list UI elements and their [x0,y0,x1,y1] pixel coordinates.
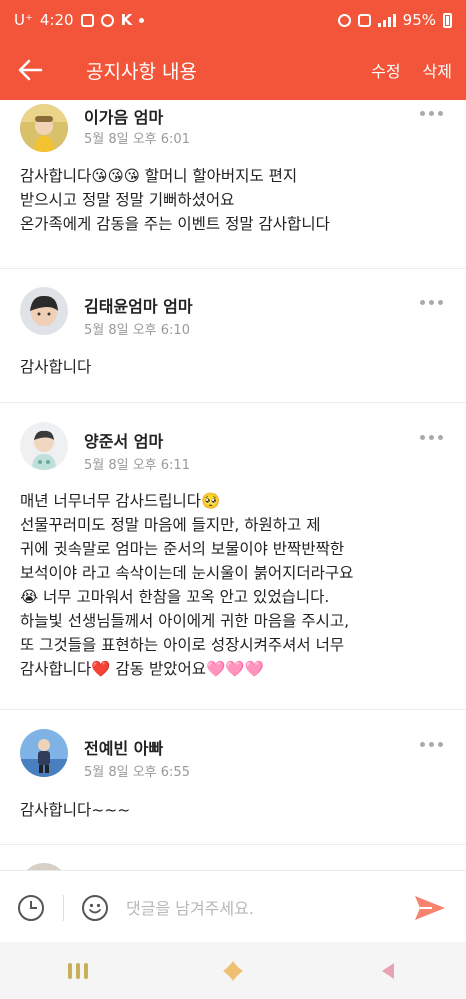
comment-more-button[interactable] [420,108,444,118]
back-triangle-icon [382,962,395,979]
edit-button[interactable]: 수정 [371,58,400,82]
home-icon [222,960,243,981]
talk-notification-icon [100,13,114,27]
page-title: 공지사항 내용 [86,60,197,83]
comment-text: 감사합니다😘😘😘 할머니 할아버지도 편지 받으시고 정말 정말 기뻐하셨어요 … [20,167,330,233]
comment-more-button[interactable] [420,739,444,749]
comment-item: 전예빈 아빠 5월 8일 오후 6:55 감사합니다~~~ [0,710,466,845]
comment-text: 감사합니다 [20,358,92,376]
comment-item: 김태윤엄마 엄마 5월 8일 오후 6:10 감사합니다 [0,269,466,403]
avatar[interactable] [20,104,68,152]
carrier-label: U⁺ [14,11,33,29]
comment-more-button[interactable] [420,297,444,307]
wifi-calling-icon [357,13,371,27]
comment-date: 5월 8일 오후 6:55 [84,765,190,780]
comment-item: 이가음 엄마 5월 8일 오후 6:01 감사합니다😘😘😘 할머니 할아버지도 … [0,100,466,269]
delete-button[interactable]: 삭제 [423,58,452,82]
more-notifications-icon [139,17,145,23]
back-arrow-icon [18,59,43,81]
comment-more-button[interactable] [420,432,444,442]
comment-date: 5월 8일 오후 6:01 [84,132,190,147]
divider [63,895,64,921]
comment-text: 감사합니다~~~ [20,801,131,819]
clock-time: 4:20 [39,11,74,29]
avatar[interactable] [20,287,68,335]
comment-input-bar [0,870,466,942]
comment-item [0,845,466,870]
comment-date: 5월 8일 오후 6:11 [84,458,190,473]
app-bar: 공지사항 내용 수정 삭제 [0,40,466,100]
avatar[interactable] [20,863,68,870]
back-nav-button[interactable] [358,951,418,991]
recent-apps-button[interactable] [48,951,108,991]
status-bar: U⁺ 4:20 K 95% [0,0,466,40]
comment-author: 김태윤엄마 엄마 [84,297,193,316]
back-button[interactable] [0,40,60,100]
comment-author: 이가음 엄마 [84,108,164,127]
alarm-icon [337,13,351,27]
comment-list[interactable]: 이가음 엄마 5월 8일 오후 6:01 감사합니다😘😘😘 할머니 할아버지도 … [0,100,466,870]
emoji-icon[interactable] [82,895,108,921]
gallery-notification-icon [80,13,94,27]
avatar[interactable] [20,422,68,470]
comment-text: 매년 너무너무 감사드립니다🥺 선물꾸러미도 정말 마음에 들지만, 하원하고 … [20,492,354,678]
avatar[interactable] [20,729,68,777]
signal-icon [377,13,396,27]
send-icon [415,896,445,920]
clock-icon[interactable] [18,895,44,921]
home-button[interactable] [203,951,263,991]
k-notification-icon: K [120,11,133,29]
battery-percent: 95% [402,11,436,29]
system-nav-bar [0,942,466,999]
send-button[interactable] [412,893,448,923]
comment-author: 양준서 엄마 [84,432,164,451]
comment-date: 5월 8일 오후 6:10 [84,323,190,338]
comment-input[interactable] [126,893,386,923]
comment-item: 양준서 엄마 5월 8일 오후 6:11 매년 너무너무 감사드립니다🥺 선물꾸… [0,403,466,710]
comment-author: 전예빈 아빠 [84,739,164,758]
battery-icon [443,12,452,28]
recent-apps-icon [67,962,88,979]
